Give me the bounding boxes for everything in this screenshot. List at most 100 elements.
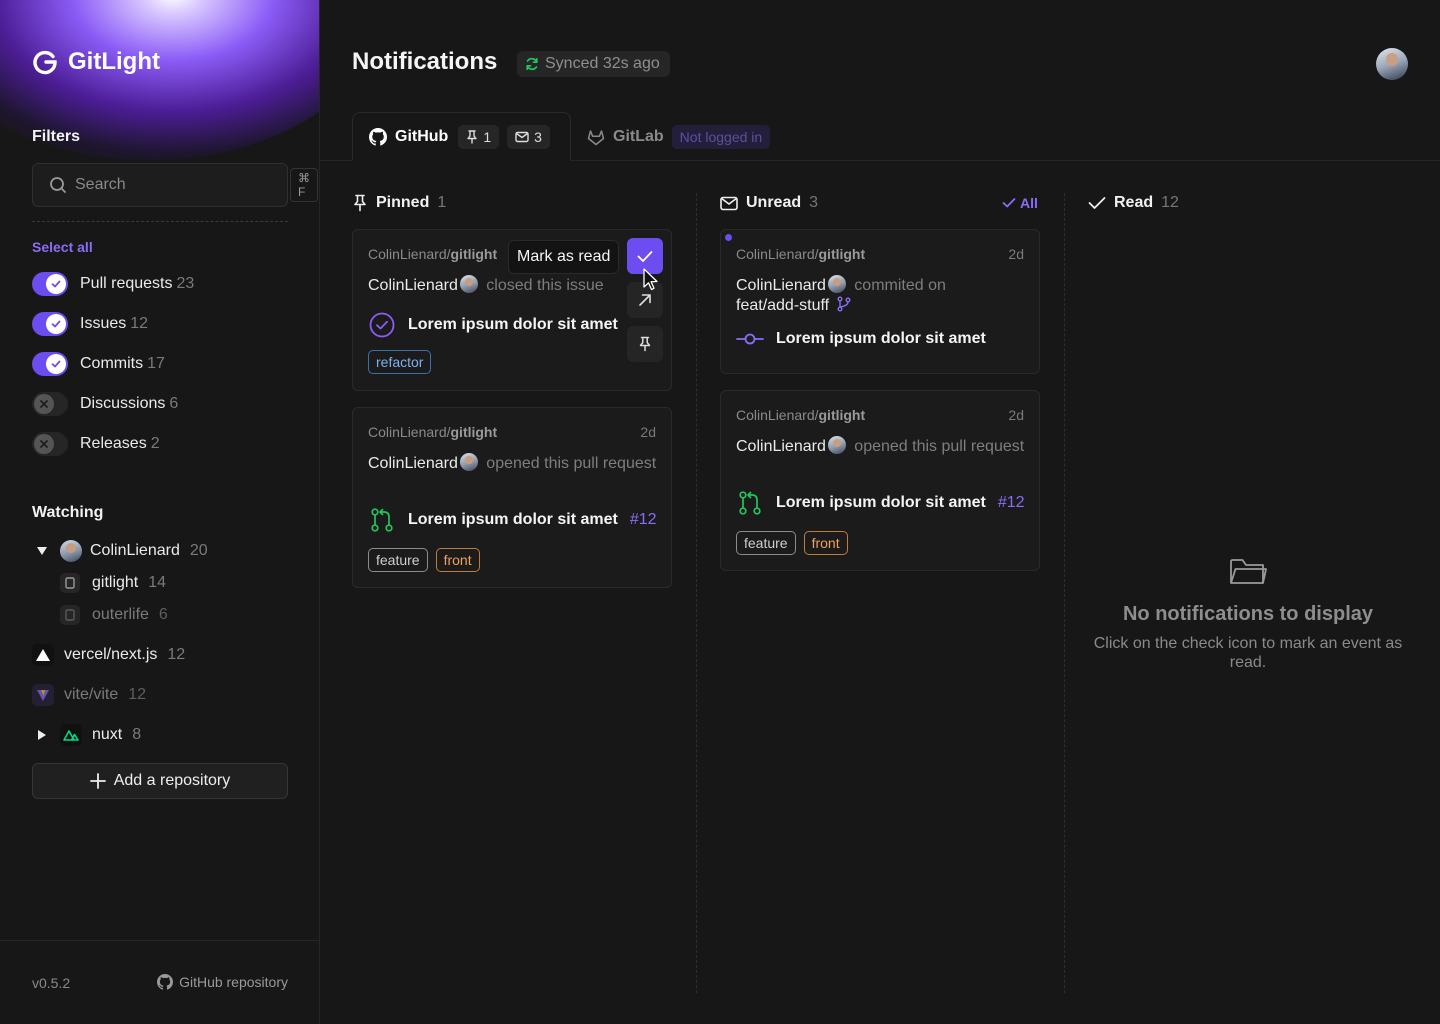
toggle-commits[interactable] <box>32 352 68 376</box>
mark-as-read-tooltip: Mark as read <box>508 240 620 274</box>
card-action: commited on <box>854 277 946 294</box>
app-logo[interactable]: GitLight <box>32 48 160 76</box>
card-author-line: ColinLienard closed this issue <box>368 275 628 296</box>
filter-issues[interactable]: Issues 12 <box>32 312 148 336</box>
filter-releases[interactable]: Releases 2 <box>32 432 160 456</box>
pull-request-icon <box>368 506 396 534</box>
card-number[interactable]: #12 <box>630 511 657 529</box>
avatar <box>827 275 846 293</box>
tab-gitlab[interactable]: GitLab Not logged in <box>587 124 771 150</box>
card-title: Lorem ipsum dolor sit amet <box>408 511 618 528</box>
card-subject: Lorem ipsum dolor sit amet #12 <box>736 489 1025 517</box>
toggle-releases[interactable] <box>32 432 68 456</box>
filter-label: Pull requests <box>80 275 173 292</box>
watch-count: 12 <box>128 686 147 703</box>
filter-commits[interactable]: Commits 17 <box>32 352 165 376</box>
search-shortcut: ⌘ F <box>290 168 318 202</box>
card-number[interactable]: #12 <box>998 494 1025 512</box>
user-avatar[interactable] <box>1376 48 1408 80</box>
column-title: Unread <box>746 194 802 211</box>
card-title: Lorem ipsum dolor sit amet <box>776 330 986 347</box>
nuxt-icon <box>60 724 82 746</box>
notification-card[interactable]: ColinLienard/gitlight 2d ColinLienard op… <box>352 407 672 588</box>
issue-closed-icon <box>368 311 396 339</box>
sidebar: GitLight Filters ⌘ F Select all Pull req… <box>0 0 320 1024</box>
card-repo: ColinLienard/gitlight <box>736 246 866 262</box>
page-title: Notifications <box>352 48 498 75</box>
notification-card[interactable]: ColinLienard/gitlight 2d ColinLienard co… <box>720 229 1040 374</box>
github-repository-link[interactable]: GitHub repository <box>157 974 288 990</box>
toggle-pull-requests[interactable] <box>32 272 68 296</box>
tag: feature <box>368 548 428 572</box>
watch-item-nuxt[interactable]: nuxt 8 <box>32 723 141 747</box>
app-name: GitLight <box>68 48 160 75</box>
watch-item-outerlife[interactable]: outerlife 6 <box>60 603 168 627</box>
caret-right-icon[interactable] <box>32 729 52 741</box>
watch-item-gitlight[interactable]: gitlight 14 <box>60 571 166 595</box>
watch-count: 8 <box>132 726 142 743</box>
pull-request-icon <box>736 489 764 517</box>
card-subject: Lorem ipsum dolor sit amet <box>736 330 986 348</box>
filter-count: 23 <box>176 275 195 292</box>
filter-count: 2 <box>150 435 160 452</box>
github-icon <box>157 974 174 990</box>
sync-status-badge[interactable]: Synced 32s ago <box>517 51 670 77</box>
unpin-button[interactable] <box>627 326 663 362</box>
pinned-count-badge: 1 <box>458 124 500 149</box>
gitlab-icon <box>587 129 605 146</box>
tab-github[interactable]: GitHub 1 3 <box>352 112 571 161</box>
column-header-pinned: Pinned 1 <box>352 193 446 213</box>
vite-icon <box>32 684 54 706</box>
select-all-link[interactable]: Select all <box>32 239 93 255</box>
tag: front <box>435 548 480 572</box>
commit-icon <box>736 332 764 346</box>
repo-icon <box>60 605 80 625</box>
watch-item-vite[interactable]: vite/vite 12 <box>32 683 146 707</box>
card-title: Lorem ipsum dolor sit amet <box>408 316 618 333</box>
watch-count: 14 <box>148 574 167 591</box>
filter-count: 6 <box>169 395 179 412</box>
mark-all-label: All <box>1020 195 1038 211</box>
pinned-count: 1 <box>483 128 492 145</box>
sync-icon <box>525 57 539 71</box>
empty-description: Click on the check icon to mark an event… <box>1093 635 1403 671</box>
avatar <box>459 275 478 293</box>
watch-label: vite/vite <box>64 686 119 703</box>
watch-item-colinlienard[interactable]: ColinLienard 20 <box>32 539 208 563</box>
toggle-issues[interactable] <box>32 312 68 336</box>
card-author-line: ColinLienard commited on feat/add-stuff <box>736 275 1026 316</box>
watch-label: ColinLienard <box>90 542 180 559</box>
search-field[interactable]: ⌘ F <box>32 163 318 207</box>
toggle-discussions[interactable] <box>32 392 68 416</box>
sync-status-text: Synced 32s ago <box>545 55 660 72</box>
search-input[interactable] <box>75 176 282 194</box>
mouse-cursor <box>643 268 659 292</box>
tag: feature <box>736 531 796 555</box>
column-title: Pinned <box>376 194 430 211</box>
notification-card[interactable]: ColinLienard/gitlight 2d ColinLienard op… <box>720 390 1040 571</box>
filter-pull-requests[interactable]: Pull requests 23 <box>32 272 194 296</box>
card-title: Lorem ipsum dolor sit amet <box>776 494 986 511</box>
tab-github-label: GitHub <box>395 127 449 145</box>
card-action: opened this pull request <box>486 455 657 472</box>
caret-down-icon[interactable] <box>32 546 52 556</box>
card-time: 2d <box>640 424 656 440</box>
watch-label: outerlife <box>92 606 149 623</box>
watch-item-vercel-nextjs[interactable]: vercel/next.js 12 <box>32 643 185 667</box>
watch-count: 12 <box>167 646 186 663</box>
check-icon <box>46 274 66 294</box>
card-subject: Lorem ipsum dolor sit amet #12 <box>368 506 657 534</box>
filter-discussions[interactable]: Discussions 6 <box>32 392 178 416</box>
card-author: ColinLienard <box>736 277 826 294</box>
repo-icon <box>60 573 80 593</box>
card-tags: refactor <box>368 350 432 374</box>
app-version: v0.5.2 <box>32 975 71 991</box>
tag: front <box>803 531 848 555</box>
card-author: ColinLienard <box>368 455 458 472</box>
check-icon <box>1002 197 1016 209</box>
x-icon <box>34 434 54 454</box>
avatar <box>827 436 846 454</box>
mark-all-read-button[interactable]: All <box>1002 195 1038 211</box>
add-repository-button[interactable]: Add a repository <box>32 763 288 799</box>
pin-icon <box>466 129 478 144</box>
